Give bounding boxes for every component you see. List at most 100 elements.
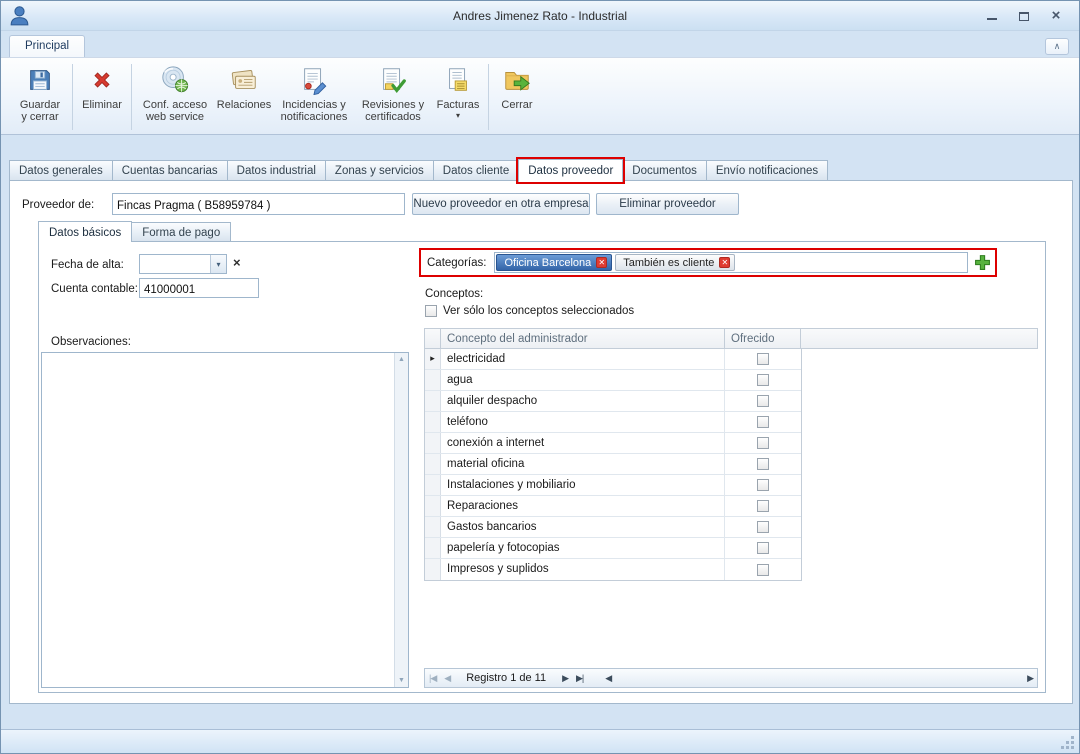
grid-header-concepto[interactable]: Concepto del administrador bbox=[441, 329, 725, 348]
ofrecido-cell[interactable] bbox=[725, 370, 801, 390]
next-record-button[interactable]: ▶ bbox=[558, 673, 572, 684]
ofrecido-cell[interactable] bbox=[725, 559, 801, 580]
ofrecido-checkbox[interactable] bbox=[757, 437, 769, 449]
close-button[interactable]: × bbox=[1049, 9, 1063, 23]
table-row[interactable]: material oficina bbox=[425, 454, 801, 475]
concepto-cell[interactable]: Reparaciones bbox=[441, 496, 725, 516]
invoices-button[interactable]: Facturas ▾ bbox=[431, 60, 485, 132]
scroll-right-button[interactable]: ▶ bbox=[1023, 673, 1037, 684]
concepto-cell[interactable]: alquiler despacho bbox=[441, 391, 725, 411]
restore-button[interactable] bbox=[1017, 9, 1031, 23]
incidents-doc-icon bbox=[299, 64, 329, 96]
ofrecido-checkbox[interactable] bbox=[757, 353, 769, 365]
table-row[interactable]: alquiler despacho bbox=[425, 391, 801, 412]
ofrecido-cell[interactable] bbox=[725, 496, 801, 516]
categoria-tag[interactable]: También es cliente ✕ bbox=[615, 254, 735, 271]
save-close-button[interactable]: Guardar y cerrar bbox=[11, 60, 69, 132]
tab-datos-proveedor[interactable]: Datos proveedor bbox=[518, 159, 623, 182]
cuenta-contable-input[interactable] bbox=[139, 278, 259, 298]
combo-dropdown-button[interactable]: ▾ bbox=[210, 255, 226, 273]
last-record-button[interactable]: ▶| bbox=[572, 673, 587, 684]
concepto-cell[interactable]: material oficina bbox=[441, 454, 725, 474]
table-row[interactable]: Reparaciones bbox=[425, 496, 801, 517]
concepto-cell[interactable]: papelería y fotocopias bbox=[441, 538, 725, 558]
table-row[interactable]: teléfono bbox=[425, 412, 801, 433]
observaciones-textarea[interactable] bbox=[42, 353, 394, 687]
minimize-button[interactable] bbox=[985, 9, 999, 23]
concepto-cell[interactable]: Instalaciones y mobiliario bbox=[441, 475, 725, 495]
incidents-button[interactable]: Incidencias y notificaciones bbox=[273, 60, 355, 132]
ofrecido-checkbox[interactable] bbox=[757, 395, 769, 407]
tab-envio-notificaciones[interactable]: Envío notificaciones bbox=[706, 160, 828, 181]
concepto-cell[interactable]: electricidad bbox=[441, 349, 725, 369]
subtab-forma-pago[interactable]: Forma de pago bbox=[131, 222, 231, 242]
tab-datos-cliente[interactable]: Datos cliente bbox=[433, 160, 519, 181]
scroll-left-button[interactable]: ◀ bbox=[601, 673, 615, 684]
delete-button[interactable]: Eliminar bbox=[76, 60, 128, 132]
tab-datos-generales[interactable]: Datos generales bbox=[9, 160, 113, 181]
web-service-label: Conf. acceso web service bbox=[143, 99, 207, 123]
ofrecido-cell[interactable] bbox=[725, 412, 801, 432]
eliminar-proveedor-button[interactable]: Eliminar proveedor bbox=[596, 193, 739, 215]
ofrecido-cell[interactable] bbox=[725, 538, 801, 558]
first-record-button[interactable]: |◀ bbox=[425, 673, 440, 684]
ofrecido-cell[interactable] bbox=[725, 349, 801, 369]
tab-zonas-servicios[interactable]: Zonas y servicios bbox=[325, 160, 434, 181]
ofrecido-cell[interactable] bbox=[725, 391, 801, 411]
ofrecido-checkbox[interactable] bbox=[757, 374, 769, 386]
concepto-cell[interactable]: conexión a internet bbox=[441, 433, 725, 453]
ofrecido-cell[interactable] bbox=[725, 475, 801, 495]
title-bar[interactable]: Andres Jimenez Rato - Industrial × bbox=[1, 1, 1079, 31]
table-row[interactable]: Impresos y suplidos bbox=[425, 559, 801, 580]
incidents-label: Incidencias y notificaciones bbox=[281, 99, 348, 123]
plus-icon bbox=[974, 254, 991, 271]
prev-record-button[interactable]: ◀ bbox=[440, 673, 454, 684]
concepto-cell[interactable]: Gastos bancarios bbox=[441, 517, 725, 537]
filter-checkbox-row[interactable]: Ver sólo los conceptos seleccionados bbox=[425, 305, 634, 317]
ofrecido-cell[interactable] bbox=[725, 454, 801, 474]
table-row[interactable]: Instalaciones y mobiliario bbox=[425, 475, 801, 496]
subtab-datos-basicos[interactable]: Datos básicos bbox=[38, 221, 132, 242]
ofrecido-checkbox[interactable] bbox=[757, 564, 769, 576]
table-row[interactable]: conexión a internet bbox=[425, 433, 801, 454]
categoria-tag[interactable]: Oficina Barcelona ✕ bbox=[496, 254, 612, 271]
observaciones-scrollbar[interactable]: ▲ ▼ bbox=[394, 353, 408, 687]
tab-documentos[interactable]: Documentos bbox=[622, 160, 707, 181]
ofrecido-checkbox[interactable] bbox=[757, 521, 769, 533]
filter-checkbox[interactable] bbox=[425, 305, 437, 317]
nuevo-proveedor-button[interactable]: Nuevo proveedor en otra empresa bbox=[412, 193, 590, 215]
tab-datos-industrial[interactable]: Datos industrial bbox=[227, 160, 326, 181]
conceptos-label: Conceptos: bbox=[425, 286, 483, 302]
concepto-cell[interactable]: agua bbox=[441, 370, 725, 390]
ribbon-tab-principal[interactable]: Principal bbox=[9, 35, 85, 57]
chevron-up-icon: ∧ bbox=[1054, 41, 1061, 52]
concepto-cell[interactable]: Impresos y suplidos bbox=[441, 559, 725, 580]
table-row[interactable]: agua bbox=[425, 370, 801, 391]
ofrecido-checkbox[interactable] bbox=[757, 500, 769, 512]
ofrecido-cell[interactable] bbox=[725, 517, 801, 537]
table-row[interactable]: ▸ electricidad bbox=[425, 349, 801, 370]
ofrecido-checkbox[interactable] bbox=[757, 458, 769, 470]
ofrecido-checkbox[interactable] bbox=[757, 479, 769, 491]
ofrecido-cell[interactable] bbox=[725, 433, 801, 453]
categorias-field[interactable]: Oficina Barcelona ✕ También es cliente ✕ bbox=[494, 252, 968, 273]
add-categoria-button[interactable] bbox=[973, 254, 991, 272]
revisions-button[interactable]: Revisiones y certificados bbox=[355, 60, 431, 132]
table-row[interactable]: Gastos bancarios bbox=[425, 517, 801, 538]
ofrecido-checkbox[interactable] bbox=[757, 416, 769, 428]
ribbon-collapse-button[interactable]: ∧ bbox=[1045, 38, 1069, 55]
web-service-button[interactable]: Conf. acceso web service bbox=[135, 60, 215, 132]
grid-header-ofrecido[interactable]: Ofrecido bbox=[725, 329, 801, 348]
ofrecido-checkbox[interactable] bbox=[757, 542, 769, 554]
table-row[interactable]: papelería y fotocopias bbox=[425, 538, 801, 559]
remove-tag-icon[interactable]: ✕ bbox=[719, 257, 730, 268]
relations-button[interactable]: Relaciones bbox=[215, 60, 273, 132]
proveedor-input[interactable] bbox=[112, 193, 405, 215]
concepto-cell[interactable]: teléfono bbox=[441, 412, 725, 432]
resize-grip[interactable] bbox=[1071, 746, 1074, 749]
remove-tag-icon[interactable]: ✕ bbox=[596, 257, 607, 268]
fecha-alta-clear-button[interactable]: × bbox=[233, 255, 241, 270]
fecha-alta-combo[interactable]: ▾ bbox=[139, 254, 227, 274]
tab-cuentas-bancarias[interactable]: Cuentas bancarias bbox=[112, 160, 228, 181]
close-form-button[interactable]: Cerrar bbox=[492, 60, 542, 132]
